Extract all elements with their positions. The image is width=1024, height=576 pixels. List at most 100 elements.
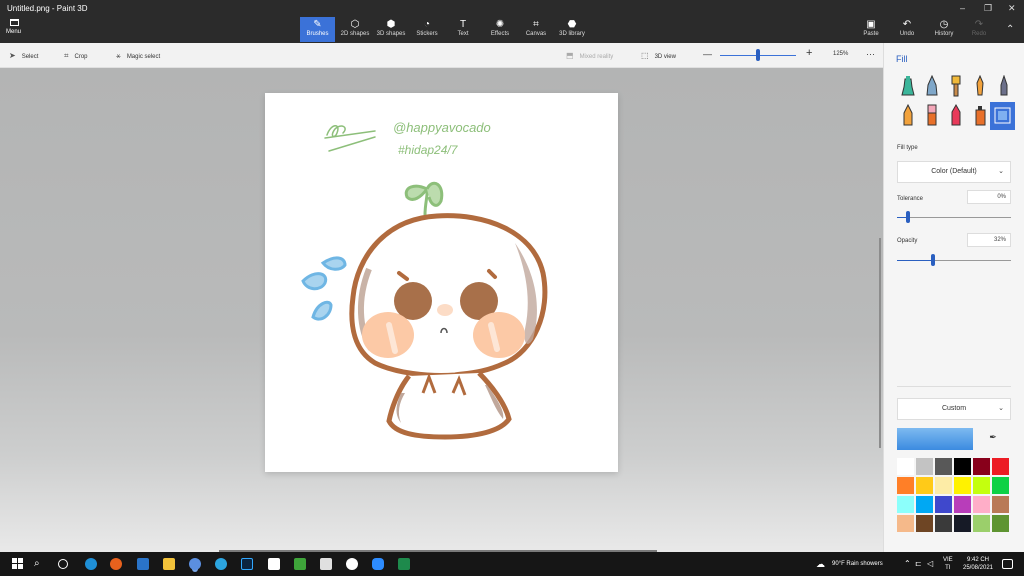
tab-effects[interactable]: ✺ Effects [486, 17, 514, 42]
app-icon[interactable] [320, 558, 332, 570]
minimize-button[interactable]: – [960, 3, 965, 13]
color-swatch[interactable] [954, 515, 971, 532]
undo-button[interactable]: ↶ Undo [896, 17, 918, 42]
sketch-handle: @happyavocado [393, 120, 491, 135]
tolerance-slider[interactable] [897, 211, 1011, 223]
zalo-icon[interactable] [346, 558, 358, 570]
tab-3d-library[interactable]: ⬣ 3D library [556, 17, 588, 42]
color-swatch[interactable] [916, 515, 933, 532]
color-swatch[interactable] [992, 477, 1009, 494]
tolerance-input[interactable]: 0% [967, 190, 1011, 204]
color-swatch[interactable] [992, 458, 1009, 475]
color-swatch[interactable] [935, 496, 952, 513]
spraycan-brush[interactable] [971, 104, 989, 128]
cortana-icon[interactable] [58, 559, 68, 569]
color-swatch[interactable] [992, 496, 1009, 513]
calligraphy-pen-brush[interactable] [923, 74, 941, 99]
zoom-in-button[interactable]: + [806, 47, 812, 59]
restore-button[interactable]: ❐ [984, 3, 992, 14]
pixel-pen-brush[interactable] [995, 74, 1013, 99]
zoom-slider-thumb[interactable] [756, 49, 760, 61]
tolerance-slider-thumb[interactable] [906, 211, 911, 223]
color-swatch[interactable] [973, 477, 990, 494]
color-swatch[interactable] [973, 515, 990, 532]
clock[interactable]: 9:42 CH 25/08/2021 [960, 556, 996, 572]
paste-button[interactable]: ▣ Paste [860, 17, 882, 42]
color-swatch[interactable] [916, 458, 933, 475]
color-swatch[interactable] [935, 458, 952, 475]
document-icon[interactable] [268, 558, 280, 570]
watercolor-brush[interactable] [971, 74, 989, 99]
tab-2d-shapes[interactable]: ⬡ 2D shapes [338, 17, 372, 42]
more-options-button[interactable]: ··· [866, 49, 875, 59]
fill-type-value: Color (Default) [931, 168, 977, 175]
color-swatch[interactable] [897, 477, 914, 494]
fill-brush[interactable] [990, 102, 1015, 130]
collapse-ribbon-icon[interactable]: ⌃ [1006, 24, 1014, 35]
vertical-scrollbar[interactable] [879, 238, 881, 448]
marker-brush[interactable] [899, 75, 917, 99]
search-icon[interactable]: ⌕ [34, 558, 46, 570]
color-swatch[interactable] [973, 458, 990, 475]
mail-icon[interactable] [137, 558, 149, 570]
color-swatch[interactable] [954, 496, 971, 513]
tab-brushes[interactable]: ✎ Brushes [300, 17, 335, 42]
tab-canvas[interactable]: ⌗ Canvas [522, 17, 550, 42]
color-swatch[interactable] [897, 496, 914, 513]
telegram-icon[interactable] [215, 558, 227, 570]
fill-panel: Fill Fill type Color (Default) ⌄ Toleran… [883, 43, 1024, 552]
volume-icon[interactable]: ◁ [927, 558, 939, 570]
color-swatch[interactable] [916, 496, 933, 513]
color-swatch[interactable] [897, 458, 914, 475]
fill-type-dropdown[interactable]: Color (Default) ⌄ [897, 161, 1011, 183]
drawing-canvas[interactable]: @happyavocado #hidap24/7 [265, 93, 618, 472]
file-explorer-icon[interactable] [163, 558, 175, 570]
history-button[interactable]: ◷ History [930, 17, 958, 42]
redo-button[interactable]: ↷ Redo [968, 17, 990, 42]
firefox-icon[interactable] [110, 558, 122, 570]
3d-view-button[interactable]: ⬚ 3D view [641, 51, 676, 60]
3d-library-icon: ⬣ [567, 19, 577, 30]
current-color-swatch[interactable] [897, 428, 973, 450]
select-button[interactable]: ➤ Select [9, 51, 38, 60]
pencil-brush[interactable] [899, 103, 917, 128]
tab-text[interactable]: T Text [451, 17, 475, 42]
crop-button[interactable]: ⌗ Crop [64, 51, 88, 61]
close-button[interactable]: ✕ [1008, 3, 1016, 14]
opacity-input[interactable]: 32% [967, 233, 1011, 247]
weather-icon[interactable]: ☁ [816, 558, 828, 570]
windows-start-icon[interactable] [12, 558, 24, 570]
edge-icon[interactable] [85, 558, 97, 570]
color-swatch[interactable] [992, 515, 1009, 532]
color-swatch[interactable] [954, 477, 971, 494]
input-language[interactable]: VIE TI [943, 556, 953, 572]
opacity-slider[interactable] [897, 254, 1011, 266]
network-icon[interactable]: ⊏ [915, 558, 927, 570]
eraser-brush[interactable] [923, 104, 941, 128]
zoom-out-button[interactable]: — [703, 49, 712, 59]
tab-3d-shapes[interactable]: ⬢ 3D shapes [374, 17, 408, 42]
zoom-app-icon[interactable] [372, 558, 384, 570]
zoom-level[interactable]: 125% [833, 51, 848, 57]
crayon-brush[interactable] [947, 103, 965, 128]
color-swatch[interactable] [916, 477, 933, 494]
color-swatch[interactable] [935, 477, 952, 494]
mixed-reality-button[interactable]: ⬒ Mixed reality [566, 51, 613, 60]
camtasia-icon[interactable] [294, 558, 306, 570]
palette-dropdown[interactable]: Custom ⌄ [897, 398, 1011, 420]
drive-icon[interactable] [398, 558, 410, 570]
notifications-icon[interactable] [1002, 559, 1013, 569]
oil-brush[interactable] [947, 75, 965, 99]
eyedropper-icon[interactable]: ✒ [986, 432, 1000, 446]
weather-text[interactable]: 90°F Rain showers [832, 561, 883, 567]
color-swatch[interactable] [897, 515, 914, 532]
paint3d-icon[interactable] [189, 558, 201, 570]
color-swatch[interactable] [935, 515, 952, 532]
menu-button[interactable]: Menu [6, 18, 38, 40]
color-swatch[interactable] [954, 458, 971, 475]
photoshop-icon[interactable] [241, 558, 253, 570]
color-swatch[interactable] [973, 496, 990, 513]
magic-select-button[interactable]: ⚹ Magic select [116, 51, 160, 61]
opacity-slider-thumb[interactable] [931, 254, 936, 266]
tab-stickers[interactable]: ◔ Stickers [412, 17, 442, 42]
